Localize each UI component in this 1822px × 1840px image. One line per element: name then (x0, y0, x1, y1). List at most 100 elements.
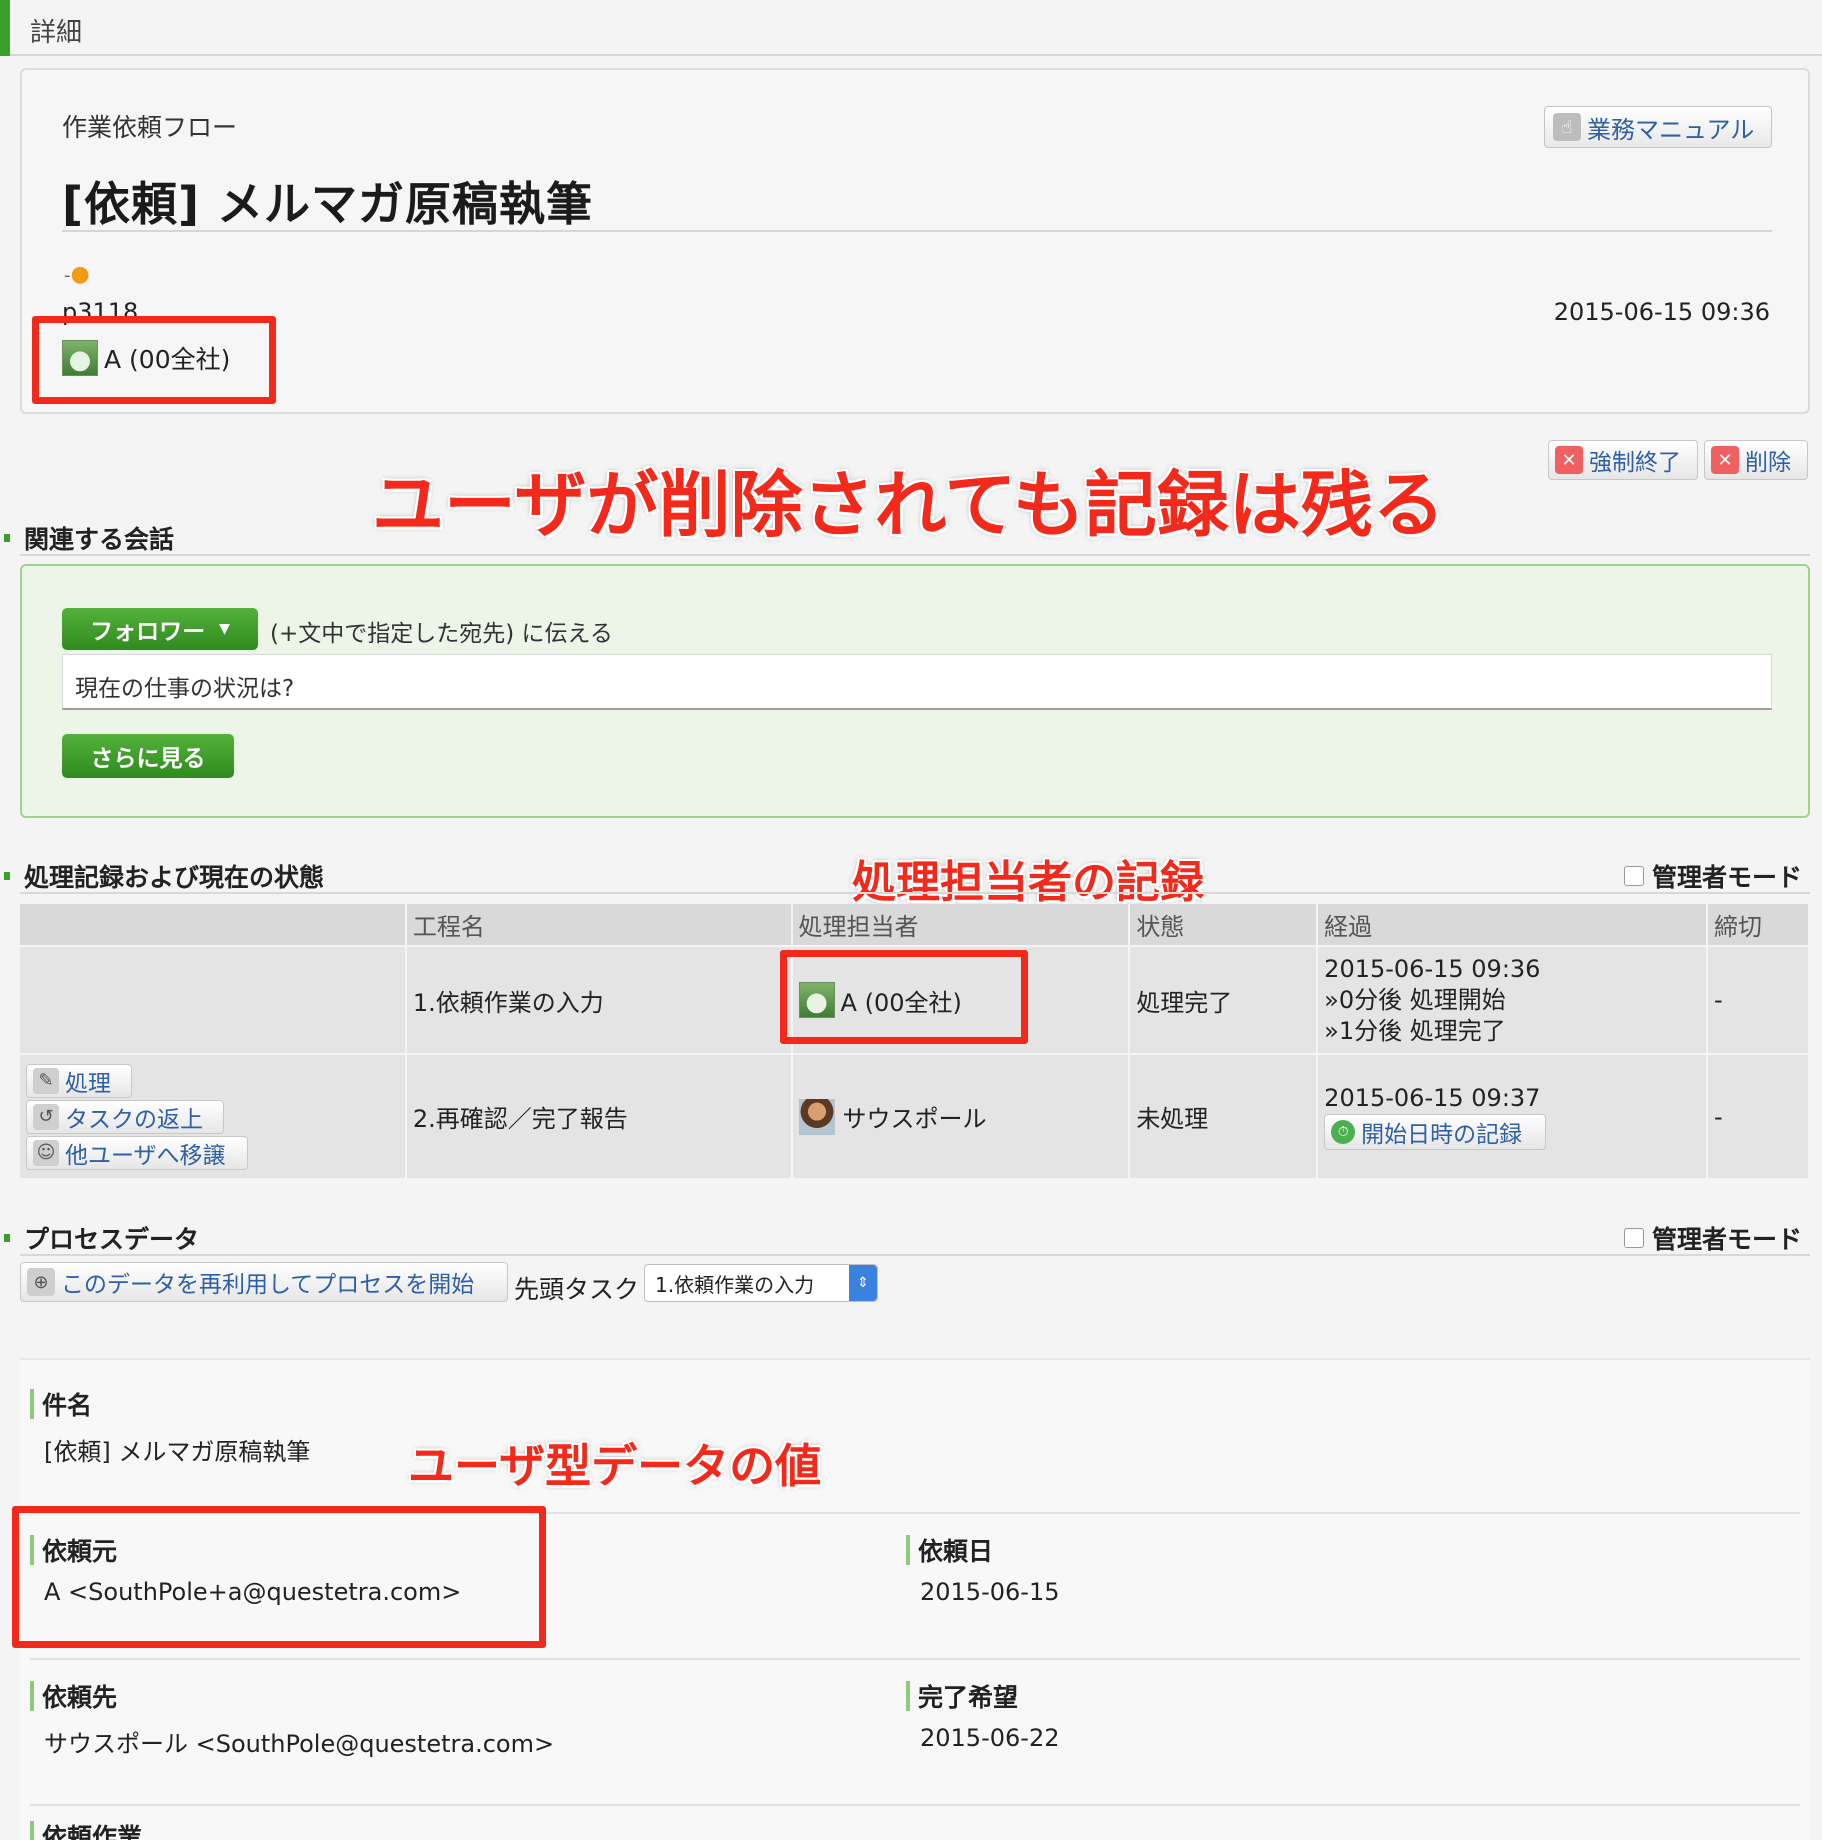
row1-elapsed-time: 2015-06-15 09:36 (1324, 954, 1541, 983)
row2-assignee-name: サウスポール (842, 1105, 987, 1133)
row2-actions: ✎ 処理 ↺ タスクの返上 ☺ 他ユーザへ移譲 (20, 1053, 407, 1178)
conversation-panel: フォロワー ▼ (+文中で指定した宛先) に伝える 現在の仕事の状況は? さらに… (20, 564, 1810, 818)
conversation-input[interactable]: 現在の仕事の状況は? (62, 654, 1772, 710)
process-card: 作業依頼フロー ☝ 業務マニュアル [依頼] メルマガ原稿執筆 -● p3118… (20, 68, 1810, 414)
followers-dropdown[interactable]: フォロワー ▼ (62, 608, 258, 650)
row1-deadline: - (1707, 945, 1810, 1054)
request-date-label-text: 依頼日 (918, 1537, 994, 1566)
due-value: 2015-06-22 (920, 1724, 1060, 1752)
table-header-row: 工程名 処理担当者 状態 経過 締切 (20, 904, 1810, 946)
hand-icon: ☝ (1553, 113, 1581, 141)
user-photo-icon (798, 1098, 835, 1135)
highlight-box-starter (32, 316, 276, 404)
title-divider (62, 230, 1772, 232)
page-title: [依頼] メルマガ原稿執筆 (62, 177, 594, 231)
row1-elapsed-start: »0分後 処理開始 (1324, 985, 1506, 1014)
process-datetime: 2015-06-15 09:36 (1553, 298, 1770, 326)
first-task-value: 1.依頼作業の入力 (655, 1272, 815, 1297)
requestee-value: サウスポール <SouthPole@questetra.com> (44, 1730, 555, 1758)
process-button-label: 処理 (65, 1070, 111, 1097)
return-task-button[interactable]: ↺ タスクの返上 (26, 1099, 224, 1134)
row1-step: 1.依頼作業の入力 (405, 945, 793, 1054)
history-section-title: 処理記録および現在の状態 (4, 858, 324, 894)
request-date-value: 2015-06-15 (920, 1578, 1060, 1606)
record-start-button[interactable]: ⏱ 開始日時の記録 (1324, 1113, 1547, 1150)
admin-mode-box[interactable] (1624, 866, 1644, 886)
process-data-section-label: プロセスデータ (24, 1225, 200, 1254)
clock-icon: ⏱ (1331, 1119, 1356, 1144)
row2-status: 未処理 (1129, 1053, 1319, 1178)
due-label: 完了希望 (906, 1678, 1018, 1714)
header-title: 詳細 (30, 18, 83, 48)
annotation-assignee-record: 処理担当者の記録 (852, 857, 1204, 908)
manual-button[interactable]: ☝ 業務マニュアル (1544, 106, 1772, 148)
due-label-text: 完了希望 (918, 1683, 1019, 1712)
close-x-icon: ✕ (1711, 446, 1739, 474)
row2-elapsed: 2015-06-15 09:37 ⏱ 開始日時の記録 (1317, 1053, 1709, 1178)
admin-mode-box-2[interactable] (1624, 1228, 1644, 1248)
return-icon: ↺ (33, 1103, 59, 1130)
row1-elapsed: 2015-06-15 09:36 »0分後 処理開始 »1分後 処理完了 (1317, 945, 1709, 1054)
annotation-deleted-user: ユーザが削除されても記録は残る (372, 463, 1445, 547)
select-arrows-icon: ⇕ (849, 1265, 877, 1301)
row2-elapsed-time: 2015-06-15 09:37 (1324, 1083, 1541, 1112)
field-divider (30, 1804, 1800, 1806)
transfer-button[interactable]: ☺ 他ユーザへ移譲 (26, 1135, 248, 1170)
force-end-label: 強制終了 (1589, 450, 1681, 476)
subject-label-text: 件名 (42, 1391, 93, 1420)
return-task-label: タスクの返上 (65, 1106, 203, 1133)
status-dots-icon: -● (64, 262, 90, 287)
highlight-box-requester (12, 1506, 546, 1648)
transfer-label: 他ユーザへ移譲 (65, 1142, 226, 1169)
record-start-label: 開始日時の記録 (1361, 1121, 1523, 1148)
conversation-section-label: 関連する会話 (24, 525, 175, 554)
history-section-rule (20, 892, 1810, 894)
users-icon: ☺ (33, 1139, 59, 1166)
col-header-actions (20, 904, 407, 946)
reuse-data-button[interactable]: ⊕ このデータを再利用してプロセスを開始 (20, 1262, 508, 1302)
manual-button-label: 業務マニュアル (1587, 115, 1755, 144)
header-accent-bar (0, 0, 10, 56)
col-header-step: 工程名 (405, 904, 793, 946)
admin-mode-checkbox[interactable]: 管理者モード (1624, 858, 1802, 894)
process-button[interactable]: ✎ 処理 (26, 1063, 132, 1098)
row1-elapsed-done: »1分後 処理完了 (1324, 1016, 1506, 1045)
see-more-button[interactable]: さらに見る (62, 734, 234, 778)
followers-label: フォロワー (90, 619, 206, 645)
row2-assignee: サウスポール (791, 1053, 1131, 1178)
delete-button[interactable]: ✕ 削除 (1704, 440, 1808, 480)
requestee-label: 依頼先 (30, 1678, 117, 1714)
reuse-data-label: このデータを再利用してプロセスを開始 (61, 1272, 475, 1298)
process-data-section-rule (20, 1254, 1810, 1256)
request-date-label: 依頼日 (906, 1532, 993, 1568)
chevron-down-icon: ▼ (219, 621, 230, 637)
annotation-user-type: ユーザ型データの値 (408, 1439, 822, 1493)
work-label-text: 依頼作業 (42, 1823, 143, 1840)
first-task-label: 先頭タスク (514, 1275, 640, 1304)
admin-mode-label-2: 管理者モード (1652, 1225, 1803, 1254)
subject-value: [依頼] メルマガ原稿執筆 (44, 1438, 311, 1466)
col-header-elapsed: 経過 (1317, 904, 1709, 946)
table-row: ✎ 処理 ↺ タスクの返上 ☺ 他ユーザへ移譲 2.再確認／完了報告 サウスポー… (20, 1053, 1810, 1178)
row2-step: 2.再確認／完了報告 (405, 1053, 793, 1178)
detail-header: 詳細 (0, 0, 1822, 56)
col-header-assignee: 処理担当者 (791, 904, 1131, 946)
reuse-icon: ⊕ (27, 1268, 55, 1296)
speech-bubble-icon: ✎ (33, 1067, 59, 1094)
field-divider (30, 1658, 1800, 1660)
first-task-select[interactable]: 1.依頼作業の入力 ⇕ (644, 1264, 878, 1302)
requestee-label-text: 依頼先 (42, 1683, 118, 1712)
force-end-button[interactable]: ✕ 強制終了 (1548, 440, 1698, 480)
subject-label: 件名 (30, 1386, 92, 1422)
admin-mode-checkbox-2[interactable]: 管理者モード (1624, 1220, 1802, 1256)
row1-status: 処理完了 (1129, 945, 1319, 1054)
history-section-label: 処理記録および現在の状態 (24, 863, 325, 892)
admin-mode-label: 管理者モード (1652, 863, 1803, 892)
highlight-box-assignee (780, 950, 1028, 1044)
delete-label: 削除 (1745, 450, 1791, 476)
conversation-section-title: 関連する会話 (4, 520, 174, 556)
close-x-icon: ✕ (1555, 446, 1583, 474)
process-data-section-title: プロセスデータ (4, 1220, 199, 1256)
followers-note: (+文中で指定した宛先) に伝える (270, 621, 613, 647)
flow-name: 作業依頼フロー (62, 113, 238, 142)
